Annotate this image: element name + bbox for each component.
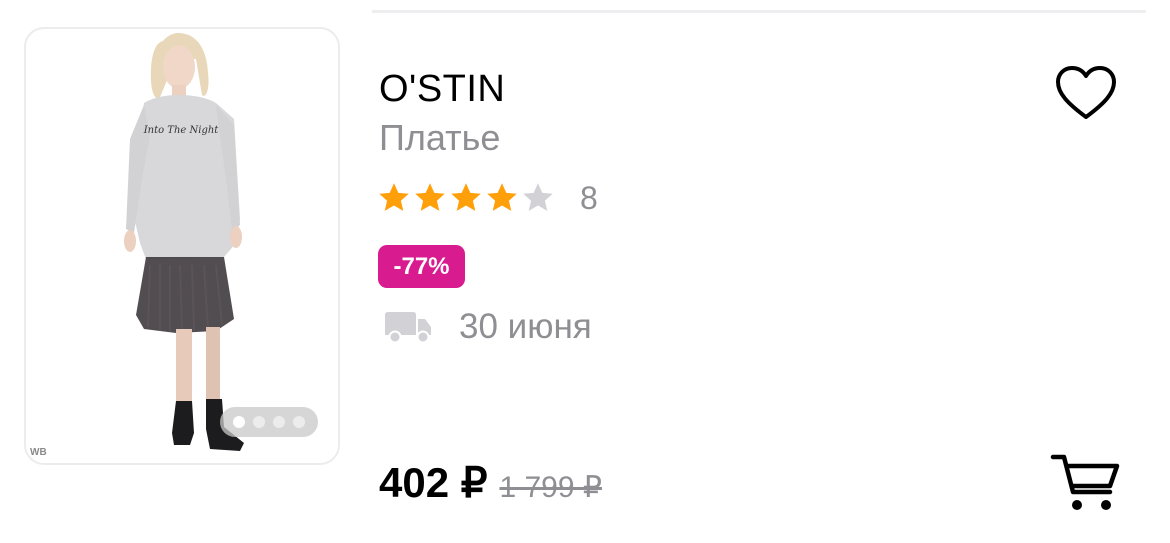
old-price: 1 799 ₽	[499, 471, 602, 504]
discount-badge: -77%	[378, 245, 465, 288]
current-price: 402 ₽	[379, 459, 488, 506]
pagination-dot[interactable]	[273, 416, 285, 428]
sweatshirt-print: Into The Night	[143, 125, 220, 136]
star-icon	[523, 183, 553, 211]
pagination-dot[interactable]	[293, 416, 305, 428]
delivery-date: 30 июня	[459, 307, 592, 346]
pagination-dot[interactable]	[253, 416, 265, 428]
product-photo: Into The Night	[124, 33, 244, 451]
brand-name: O'STIN	[379, 68, 506, 110]
rating: 8	[376, 176, 598, 220]
star-icon	[451, 183, 481, 211]
cart-icon[interactable]	[1050, 452, 1122, 514]
price-block: 402 ₽ 1 799 ₽	[379, 458, 602, 507]
truck-icon	[385, 312, 431, 344]
star-icon	[487, 183, 517, 211]
wb-watermark: WB	[30, 447, 47, 458]
star-icon	[415, 183, 445, 211]
delivery-info: 30 июня	[383, 305, 592, 349]
star-icon	[379, 183, 409, 211]
product-image-card[interactable]: Into The Night WB	[24, 27, 340, 465]
pagination-dot[interactable]	[233, 416, 245, 428]
top-divider	[372, 10, 1146, 13]
reviews-count: 8	[580, 179, 598, 216]
product-type: Платье	[379, 117, 501, 158]
image-pagination[interactable]	[220, 407, 318, 437]
heart-icon[interactable]	[1055, 65, 1117, 121]
